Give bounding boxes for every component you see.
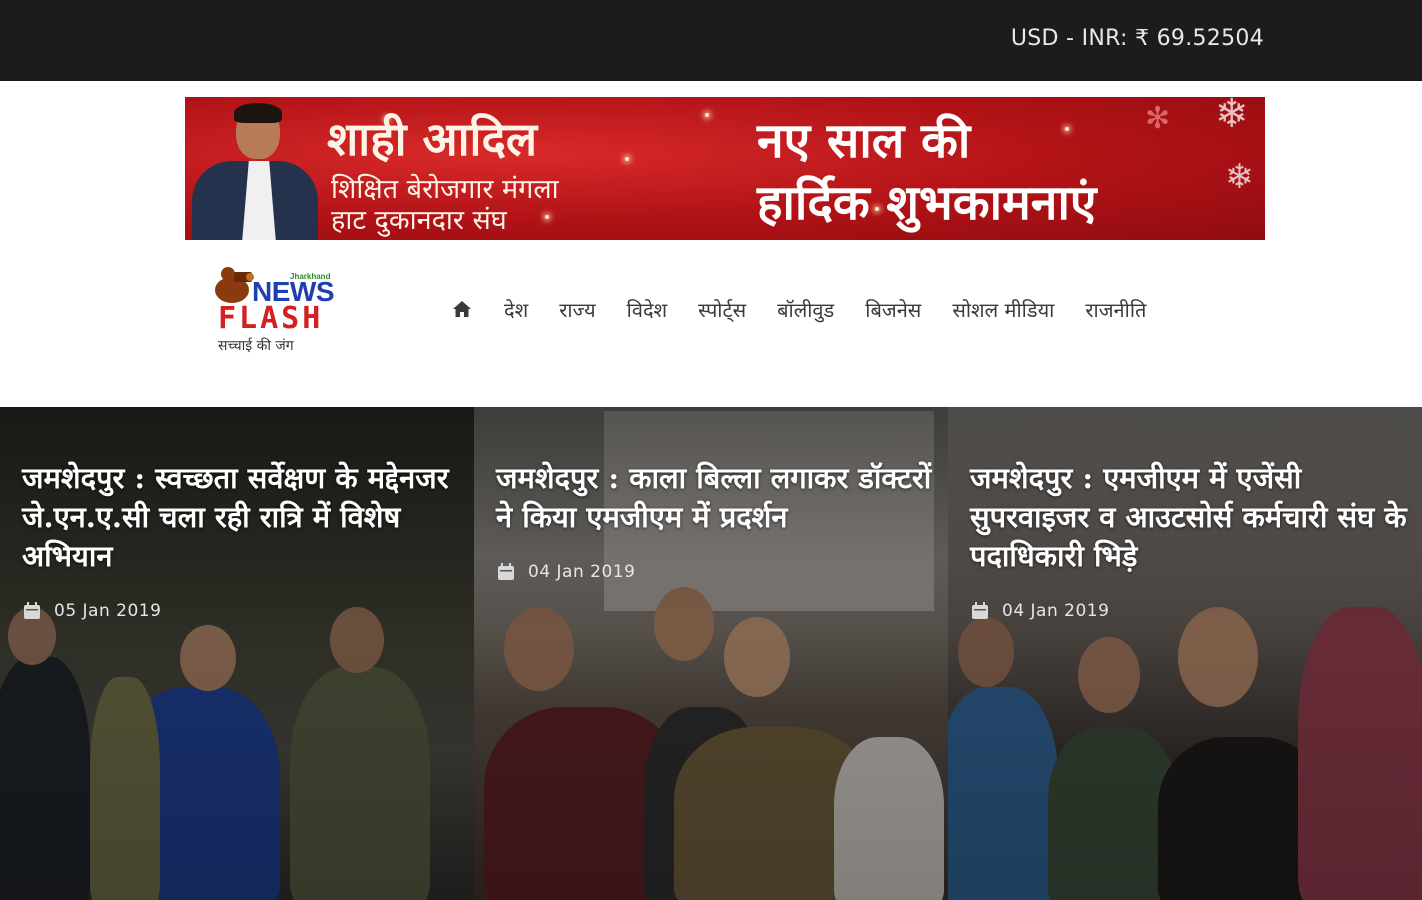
nav-item-desh[interactable]: देश [504, 296, 528, 323]
logo-flash: FLASH [218, 301, 324, 336]
feature-card[interactable]: जमशेदपुर : स्वच्छता सर्वेक्षण के मद्देनज… [0, 407, 474, 900]
feature-date: 04 Jan 2019 [1002, 601, 1110, 621]
new-year-banner-ad[interactable]: ❄ ❄ ✻ शाही आदिल शिक्षित बेरोजगार मंगला ह… [185, 97, 1265, 240]
nav-item-bollywood[interactable]: बॉलीवुड [777, 296, 834, 323]
nav-item-videsh[interactable]: विदेश [627, 296, 668, 323]
banner-person-photo [188, 101, 320, 240]
nav-item-social-media[interactable]: सोशल मीडिया [952, 296, 1054, 323]
banner-greeting: हार्दिक शुभकामनाएं [757, 175, 1097, 231]
main-nav: देश राज्य विदेश स्पोर्ट्स बॉलीवुड बिजनेस… [452, 292, 1146, 326]
top-bar: USD - INR: ₹ 69.52504 [0, 0, 1422, 81]
banner-name: शाही आदिल [327, 112, 538, 166]
calendar-icon [972, 602, 988, 619]
sparkle-decoration [625, 157, 629, 161]
feature-date: 04 Jan 2019 [528, 562, 636, 582]
snowflake-icon: ✻ [1145, 101, 1171, 136]
nav-item-sports[interactable]: स्पोर्ट्स [698, 296, 746, 323]
feature-card[interactable]: जमशेदपुर : काला बिल्ला लगाकर डॉक्टरों ने… [474, 407, 948, 900]
camera-man-icon [215, 267, 254, 303]
snowflake-icon: ❄ [1215, 97, 1249, 137]
feature-title[interactable]: जमशेदपुर : एमजीएम में एजेंसी सुपरवाइजर व… [970, 459, 1420, 576]
home-icon[interactable] [452, 300, 472, 318]
sparkle-decoration [705, 113, 709, 117]
feature-title[interactable]: जमशेदपुर : काला बिल्ला लगाकर डॉक्टरों ने… [496, 459, 946, 537]
calendar-icon [24, 602, 40, 619]
nav-item-rajya[interactable]: राज्य [559, 296, 595, 323]
nav-item-rajniti[interactable]: राजनीति [1085, 296, 1146, 323]
feature-card[interactable]: जमशेदपुर : एमजीएम में एजेंसी सुपरवाइजर व… [948, 407, 1422, 900]
feature-title[interactable]: जमशेदपुर : स्वच्छता सर्वेक्षण के मद्देनज… [22, 459, 472, 576]
feature-date: 05 Jan 2019 [54, 601, 162, 621]
calendar-icon [498, 563, 514, 580]
logo-tagline: सच्चाई की जंग [218, 338, 294, 354]
banner-subtitle: हाट दुकानदार संघ [331, 205, 507, 236]
sparkle-decoration [1065, 127, 1069, 131]
snowflake-icon: ❄ [1225, 157, 1254, 197]
banner-greeting: नए साल की [757, 113, 971, 169]
sparkle-decoration [545, 215, 549, 219]
nav-item-business[interactable]: बिजनेस [865, 296, 921, 323]
currency-rate: USD - INR: ₹ 69.52504 [1010, 26, 1264, 51]
featured-news: जमशेदपुर : स्वच्छता सर्वेक्षण के मद्देनज… [0, 407, 1422, 900]
site-logo[interactable]: Jharkhand NEWS FLASH सच्चाई की जंग [212, 258, 342, 360]
